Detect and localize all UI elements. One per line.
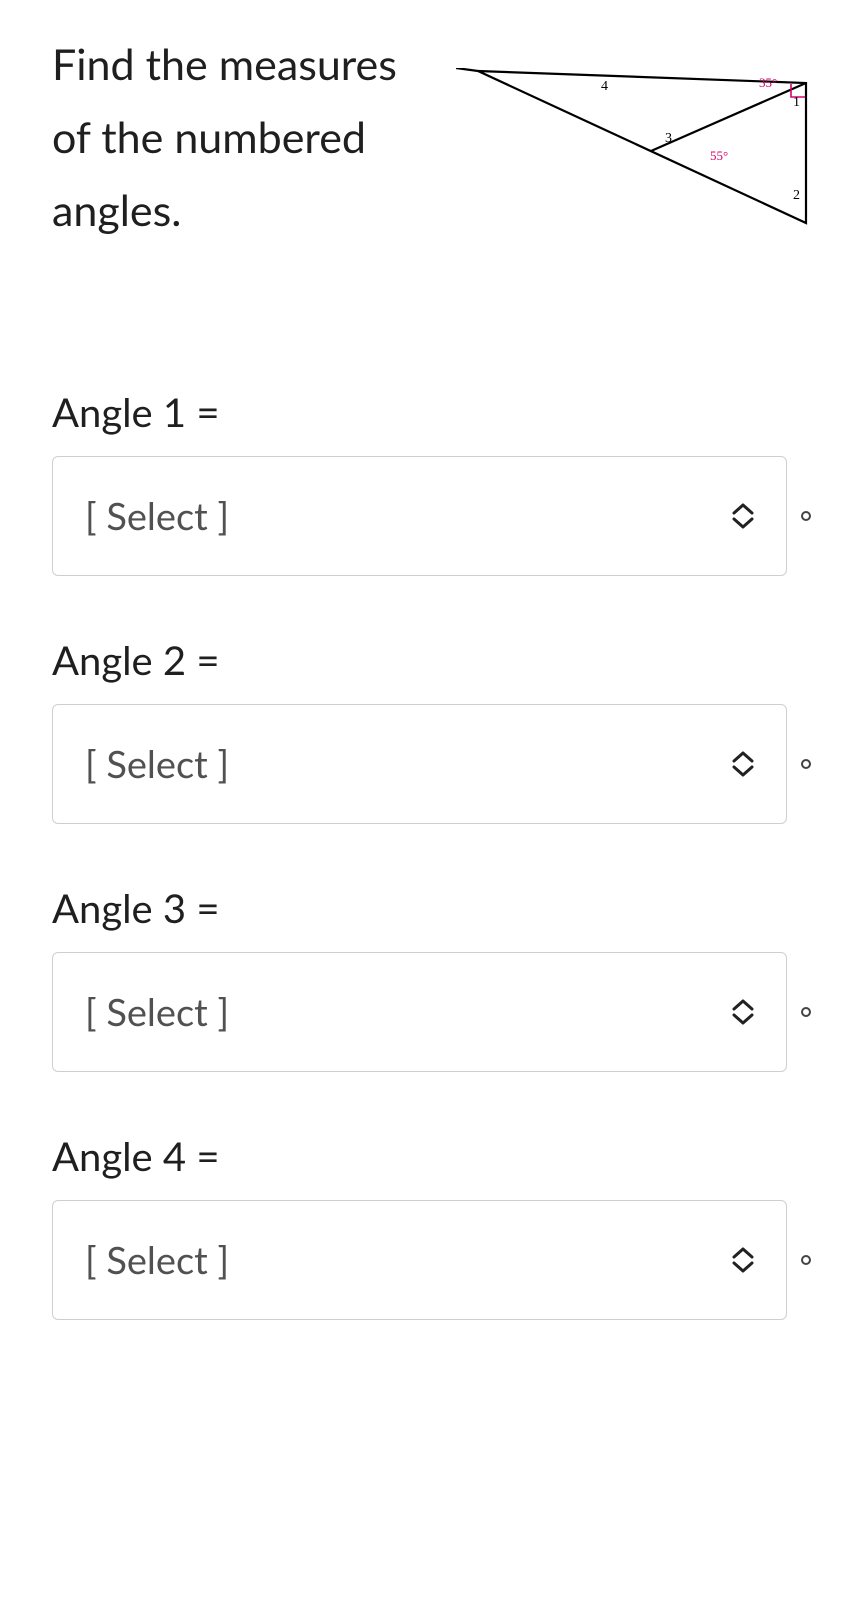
angle-35: 35° [759, 75, 777, 90]
select-row-1: [ Select ] [52, 456, 811, 576]
label-2: 2 [793, 188, 800, 203]
label-4: 4 [601, 79, 608, 94]
select-angle-3[interactable]: [ Select ] [52, 952, 787, 1072]
degree-symbol-icon [801, 1007, 811, 1017]
question-text: Find the measures of the numbered angles… [52, 28, 432, 247]
label-3: 3 [665, 131, 672, 146]
answer-block-3: Angle 3 = [ Select ] [52, 884, 811, 1072]
degree-symbol-icon [801, 511, 811, 521]
degree-symbol-icon [801, 1255, 811, 1265]
answer-block-4: Angle 4 = [ Select ] [52, 1132, 811, 1320]
select-placeholder: [ Select ] [85, 1237, 229, 1283]
chevron-updown-icon [730, 998, 756, 1026]
chevron-updown-icon [730, 502, 756, 530]
select-placeholder: [ Select ] [85, 989, 229, 1035]
answer-label-4: Angle 4 = [52, 1132, 811, 1180]
answer-block-1: Angle 1 = [ Select ] [52, 388, 811, 576]
figure-wrap: 4 35° 1 3 55° 2 [456, 28, 816, 248]
chevron-updown-icon [730, 750, 756, 778]
angle-55: 55° [710, 148, 728, 163]
answer-block-2: Angle 2 = [ Select ] [52, 636, 811, 824]
select-placeholder: [ Select ] [85, 493, 229, 539]
select-row-4: [ Select ] [52, 1200, 811, 1320]
degree-symbol-icon [801, 759, 811, 769]
label-1: 1 [793, 95, 800, 110]
chevron-updown-icon [730, 1246, 756, 1274]
top-row: Find the measures of the numbered angles… [52, 28, 811, 248]
select-angle-2[interactable]: [ Select ] [52, 704, 787, 824]
answer-label-2: Angle 2 = [52, 636, 811, 684]
select-placeholder: [ Select ] [85, 741, 229, 787]
answer-label-1: Angle 1 = [52, 388, 811, 436]
triangle-figure: 4 35° 1 3 55° 2 [456, 68, 816, 248]
select-angle-1[interactable]: [ Select ] [52, 456, 787, 576]
select-row-2: [ Select ] [52, 704, 811, 824]
answer-label-3: Angle 3 = [52, 884, 811, 932]
select-angle-4[interactable]: [ Select ] [52, 1200, 787, 1320]
select-row-3: [ Select ] [52, 952, 811, 1072]
question-container: Find the measures of the numbered angles… [0, 0, 861, 1408]
answers-section: Angle 1 = [ Select ] Angle 2 = [ Select … [52, 388, 811, 1320]
